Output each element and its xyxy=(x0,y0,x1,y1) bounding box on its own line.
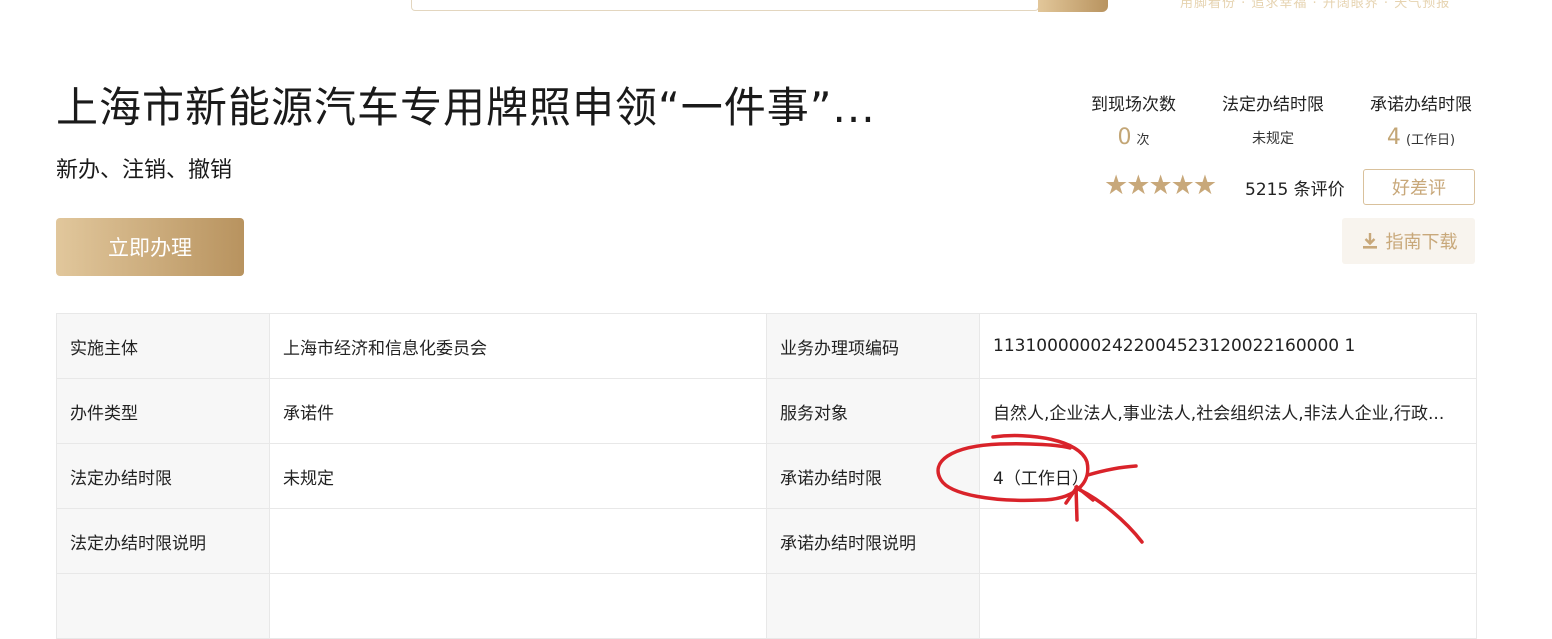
stat-label: 到现场次数 xyxy=(1091,95,1176,115)
guide-download-button[interactable]: 指南下载 xyxy=(1342,218,1475,264)
table-row: 法定办结时限说明 承诺办结时限说明 xyxy=(56,508,1477,574)
table-value xyxy=(269,573,767,639)
star-icon: ★ xyxy=(1126,170,1150,201)
stat-unit: 次 xyxy=(1136,133,1150,148)
table-key: 办件类型 xyxy=(56,378,270,444)
stat-text: 未规定 xyxy=(1252,131,1294,147)
guide-download-label: 指南下载 xyxy=(1385,232,1458,253)
rate-button[interactable]: 好差评 xyxy=(1363,169,1475,205)
table-key: 法定办结时限 xyxy=(56,443,270,509)
stat-label: 法定办结时限 xyxy=(1222,95,1324,115)
table-row: 办件类型 承诺件 服务对象 自然人,企业法人,事业法人,社会组织法人,非法人企业… xyxy=(56,378,1477,444)
table-value: 上海市经济和信息化委员会 xyxy=(269,313,767,379)
star-icon: ★ xyxy=(1104,170,1128,201)
table-value: 承诺件 xyxy=(269,378,767,444)
stat-legal-time-limit: 法定办结时限 未规定 xyxy=(1222,90,1324,148)
search-input[interactable] xyxy=(411,0,1039,11)
table-row xyxy=(56,573,1477,639)
table-value: 未规定 xyxy=(269,443,767,509)
page-title: 上海市新能源汽车专用牌照申领“一件事”... xyxy=(56,83,876,132)
stat-value: 4 (工作日) xyxy=(1370,125,1472,150)
stat-promised-time-limit: 承诺办结时限 4 (工作日) xyxy=(1370,90,1472,150)
table-key: 承诺办结时限 xyxy=(766,443,980,509)
review-count: 5215 条评价 xyxy=(1245,180,1345,200)
stat-unit: (工作日) xyxy=(1405,133,1456,148)
stat-onsite-visits: 到现场次数 0 次 xyxy=(1091,90,1176,150)
table-key: 法定办结时限说明 xyxy=(56,508,270,574)
table-key: 服务对象 xyxy=(766,378,980,444)
page-subtitle: 新办、注销、撤销 xyxy=(56,158,233,183)
top-tags: 用脚看份 · 追求幸福 · 开阔眼界 · 天气预报 xyxy=(1180,0,1451,11)
table-value: 4（工作日） xyxy=(979,443,1477,509)
table-key xyxy=(56,573,270,639)
stat-number: 0 xyxy=(1117,125,1132,150)
table-value: 自然人,企业法人,事业法人,社会组织法人,非法人企业,行政... xyxy=(979,378,1477,444)
table-value: 11310000002422004523120022160000 1 xyxy=(979,313,1477,379)
table-key: 承诺办结时限说明 xyxy=(766,508,980,574)
info-table: 实施主体 上海市经济和信息化委员会 业务办理项编码 11310000002422… xyxy=(56,313,1477,639)
table-row: 法定办结时限 未规定 承诺办结时限 4（工作日） xyxy=(56,443,1477,509)
star-icon: ★ xyxy=(1148,170,1172,201)
search-button[interactable] xyxy=(1038,0,1108,12)
stat-label: 承诺办结时限 xyxy=(1370,95,1472,115)
table-key: 实施主体 xyxy=(56,313,270,379)
rating-stars: ★★★★★ xyxy=(1104,170,1217,202)
table-value xyxy=(979,508,1477,574)
stat-value: 0 次 xyxy=(1091,125,1176,150)
table-row: 实施主体 上海市经济和信息化委员会 业务办理项编码 11310000002422… xyxy=(56,313,1477,379)
download-icon xyxy=(1362,233,1377,249)
table-value xyxy=(979,573,1477,639)
stat-number: 4 xyxy=(1386,125,1401,150)
table-value xyxy=(269,508,767,574)
table-key xyxy=(766,573,980,639)
apply-now-button[interactable]: 立即办理 xyxy=(56,218,244,276)
table-key: 业务办理项编码 xyxy=(766,313,980,379)
star-icon: ★ xyxy=(1170,170,1195,201)
stat-value: 未规定 xyxy=(1222,128,1324,148)
star-icon: ★ xyxy=(1192,170,1217,201)
